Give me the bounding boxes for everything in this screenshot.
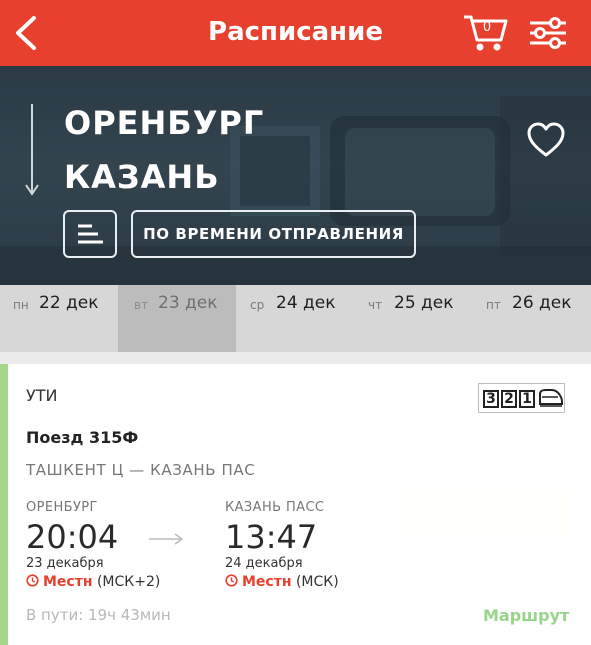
date-tab[interactable]: пт 26 дек — [472, 285, 590, 352]
timezone-label: Местн — [242, 574, 292, 590]
train-card[interactable]: УТИ 3 2 1 Поезд 315Ф ТАШКЕНТ Ц — КАЗАНЬ … — [0, 364, 591, 645]
date-weekday: пн — [13, 298, 29, 312]
departure-timezone: Местн (МСК+2) — [26, 574, 160, 590]
train-number: Поезд 315Ф — [26, 428, 139, 447]
date-day: 25 дек — [394, 293, 454, 313]
cart-count-badge: 0 — [482, 20, 492, 35]
departure-time: 20:04 — [26, 518, 119, 556]
date-weekday: чт — [368, 298, 383, 312]
car-class-badge: 2 — [501, 390, 517, 408]
date-day: 23 дек — [158, 293, 218, 313]
timezone-label: Местн — [43, 574, 93, 590]
route-link[interactable]: Маршрут — [483, 606, 569, 625]
train-icon — [539, 389, 563, 407]
departure-station: ОРЕНБУРГ — [26, 500, 98, 515]
arrival-timezone: Местн (МСК) — [225, 574, 339, 590]
date-day: 24 дек — [276, 293, 336, 313]
sliders-icon[interactable] — [528, 14, 568, 52]
train-operator: УТИ — [26, 386, 58, 405]
arrow-right-icon — [149, 533, 184, 545]
top-bar: Расписание 0 — [0, 0, 591, 66]
date-weekday: ср — [250, 298, 265, 312]
date-tab-selected[interactable]: вт 23 дек — [118, 285, 236, 352]
date-selector: пн 22 дек вт 23 дек ср 24 дек чт 25 дек … — [0, 285, 591, 352]
sort-button[interactable] — [63, 210, 117, 258]
trip-duration: В пути: 19ч 43мин — [26, 606, 171, 624]
sort-lines-icon — [78, 224, 103, 244]
date-day: 26 дек — [512, 293, 572, 313]
date-tab[interactable]: чт 25 дек — [354, 285, 472, 352]
date-tab[interactable]: пн 22 дек — [0, 285, 118, 352]
date-weekday: пт — [486, 298, 501, 312]
car-class-badge: 1 — [519, 390, 535, 408]
clock-icon — [225, 574, 238, 587]
heart-icon[interactable] — [526, 122, 566, 158]
train-route: ТАШКЕНТ Ц — КАЗАНЬ ПАС — [26, 461, 256, 479]
date-tab[interactable]: ср 24 дек — [236, 285, 354, 352]
arrival-time: 13:47 — [225, 518, 318, 556]
arrival-date: 24 декабря — [225, 556, 303, 571]
car-class-badge: 3 — [483, 390, 499, 408]
timezone-offset: (МСК+2) — [96, 574, 161, 590]
card-status-strip — [0, 364, 8, 645]
route-hero: ОРЕНБУРГ КАЗАНЬ ПО ВРЕМЕНИ ОТПРАВЛЕНИЯ — [0, 66, 591, 285]
departure-date: 23 декабря — [26, 556, 104, 571]
clock-icon — [26, 574, 39, 587]
date-weekday: вт — [134, 298, 149, 312]
date-day: 22 дек — [39, 293, 99, 313]
arrival-city: КАЗАНЬ — [64, 158, 220, 196]
arrival-station: КАЗАНЬ ПАСС — [225, 500, 325, 515]
route-direction-arrow-icon — [25, 104, 39, 196]
price-placeholder — [405, 490, 570, 536]
departure-city: ОРЕНБУРГ — [64, 104, 265, 142]
sort-order-button[interactable]: ПО ВРЕМЕНИ ОТПРАВЛЕНИЯ — [131, 210, 416, 258]
timezone-offset: (МСК) — [295, 574, 339, 590]
